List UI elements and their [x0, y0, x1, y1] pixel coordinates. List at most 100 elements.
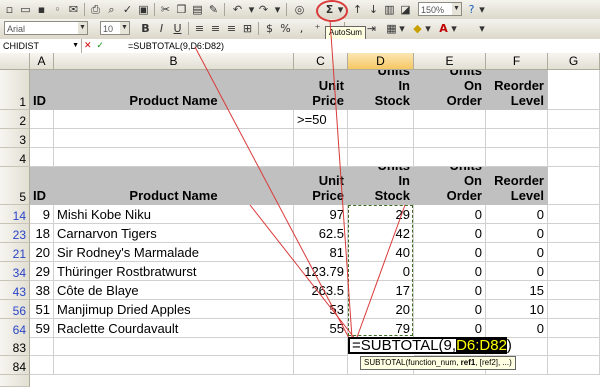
- cell-id[interactable]: 29: [30, 262, 54, 281]
- increase-decimal-icon[interactable]: ⁺: [310, 21, 325, 36]
- cell-units-on-order[interactable]: 0: [414, 205, 486, 224]
- cell-units-in-stock[interactable]: 29: [348, 205, 414, 224]
- underline-button[interactable]: U: [170, 21, 185, 36]
- cell-units-in-stock[interactable]: 40: [348, 243, 414, 262]
- cell-reorder-level[interactable]: 0: [486, 205, 548, 224]
- row-header[interactable]: 4: [0, 148, 30, 167]
- row-header[interactable]: 84: [0, 356, 30, 375]
- cell[interactable]: [30, 356, 54, 375]
- cell[interactable]: [548, 167, 600, 205]
- criteria-header-id[interactable]: ID: [30, 70, 54, 110]
- cell-unit-price[interactable]: 53: [294, 300, 348, 319]
- cell-product-name[interactable]: Raclette Courdavault: [54, 319, 294, 338]
- cell[interactable]: [414, 148, 486, 167]
- print-preview-icon[interactable]: ⌕: [104, 2, 119, 17]
- cell-reorder-level[interactable]: 0: [486, 262, 548, 281]
- row-header[interactable]: 23: [0, 224, 30, 243]
- cell-product-name[interactable]: Sir Rodney's Marmalade: [54, 243, 294, 262]
- cell[interactable]: [486, 129, 548, 148]
- enter-icon[interactable]: ✓: [96, 41, 104, 51]
- toolbar-options-icon[interactable]: ▾: [478, 21, 486, 36]
- cell-units-in-stock[interactable]: 0: [348, 262, 414, 281]
- cell[interactable]: [294, 148, 348, 167]
- cell-unit-price[interactable]: 55: [294, 319, 348, 338]
- column-header-d[interactable]: D: [348, 53, 414, 70]
- chevron-down-icon[interactable]: ▼: [78, 22, 87, 34]
- cell[interactable]: [348, 148, 414, 167]
- cell-unit-price[interactable]: 81: [294, 243, 348, 262]
- help-icon[interactable]: ?: [464, 2, 479, 17]
- open-icon[interactable]: ▭: [18, 2, 33, 17]
- cell-units-in-stock[interactable]: 20: [348, 300, 414, 319]
- email-icon[interactable]: ✉: [66, 2, 81, 17]
- cell[interactable]: [548, 70, 600, 110]
- cell[interactable]: [348, 129, 414, 148]
- cell-units-on-order[interactable]: 0: [414, 319, 486, 338]
- fill-dropdown-icon[interactable]: ▾: [424, 21, 432, 36]
- cell-unit-price[interactable]: 97: [294, 205, 348, 224]
- cell-units-on-order[interactable]: 0: [414, 281, 486, 300]
- cell-id[interactable]: 51: [30, 300, 54, 319]
- cell[interactable]: [348, 110, 414, 129]
- cell-reorder-level[interactable]: 15: [486, 281, 548, 300]
- cell[interactable]: [548, 243, 600, 262]
- font-color-icon[interactable]: A: [436, 21, 451, 36]
- row-header[interactable]: 5: [0, 167, 30, 205]
- cell[interactable]: [294, 337, 348, 356]
- row-header[interactable]: [0, 375, 30, 387]
- font-size-select[interactable]: 10 ▼: [100, 21, 130, 35]
- hyperlink-icon[interactable]: ◎: [292, 2, 307, 17]
- paste-icon[interactable]: ▤: [190, 2, 205, 17]
- cell-units-on-order[interactable]: 0: [414, 224, 486, 243]
- chevron-down-icon[interactable]: ▼: [72, 39, 79, 53]
- cell[interactable]: [548, 224, 600, 243]
- formula-input[interactable]: =SUBTOTAL(9,D6:D82): [128, 39, 224, 53]
- criteria-header-product-name[interactable]: Product Name: [54, 70, 294, 110]
- cell[interactable]: [294, 129, 348, 148]
- align-left-icon[interactable]: ≡: [192, 21, 207, 36]
- criteria-header-units-in-stock[interactable]: Units In Stock: [348, 70, 414, 110]
- font-name-select[interactable]: Arial ▼: [4, 21, 88, 35]
- column-header-e[interactable]: E: [414, 53, 486, 70]
- redo-icon[interactable]: ↷: [256, 2, 271, 17]
- cell[interactable]: [54, 356, 294, 375]
- cell[interactable]: [548, 205, 600, 224]
- cell[interactable]: [548, 110, 600, 129]
- redo-dropdown-icon[interactable]: ▾: [270, 2, 285, 17]
- column-header-a[interactable]: A: [30, 53, 54, 70]
- cell[interactable]: [54, 337, 294, 356]
- font-color-dropdown-icon[interactable]: ▾: [450, 21, 458, 36]
- cell[interactable]: [548, 148, 600, 167]
- cell-product-name[interactable]: Carnarvon Tigers: [54, 224, 294, 243]
- column-header-b[interactable]: B: [54, 53, 294, 70]
- cell[interactable]: [414, 129, 486, 148]
- cell[interactable]: [30, 129, 54, 148]
- cancel-icon[interactable]: ✕: [84, 41, 92, 51]
- cell-unit-price[interactable]: 62.5: [294, 224, 348, 243]
- copy-icon[interactable]: ❐: [174, 2, 189, 17]
- column-header-f[interactable]: F: [486, 53, 548, 70]
- row-header[interactable]: 14: [0, 205, 30, 224]
- borders-dropdown-icon[interactable]: ▾: [398, 21, 406, 36]
- align-right-icon[interactable]: ≡: [224, 21, 239, 36]
- active-cell-editor[interactable]: =SUBTOTAL(9,D6:D82): [348, 337, 512, 354]
- cell-reorder-level[interactable]: 10: [486, 300, 548, 319]
- cell-reorder-level[interactable]: 0: [486, 224, 548, 243]
- cut-icon[interactable]: ✂: [158, 2, 173, 17]
- criteria-cell-unit-price[interactable]: >=50: [294, 110, 348, 129]
- cell[interactable]: [548, 319, 600, 338]
- name-box[interactable]: CHIDIST ▼: [0, 39, 82, 53]
- data-header-id[interactable]: ID: [30, 167, 54, 205]
- cell[interactable]: [548, 281, 600, 300]
- cell[interactable]: [30, 110, 54, 129]
- row-header[interactable]: 34: [0, 262, 30, 281]
- cell[interactable]: [548, 337, 600, 356]
- cell-units-in-stock[interactable]: 17: [348, 281, 414, 300]
- cell-id[interactable]: 38: [30, 281, 54, 300]
- cell-units-in-stock[interactable]: 79: [348, 319, 414, 338]
- cell-id[interactable]: 59: [30, 319, 54, 338]
- cell[interactable]: [30, 148, 54, 167]
- cell-id[interactable]: 18: [30, 224, 54, 243]
- spelling-icon[interactable]: ✓: [120, 2, 135, 17]
- cell[interactable]: [54, 110, 294, 129]
